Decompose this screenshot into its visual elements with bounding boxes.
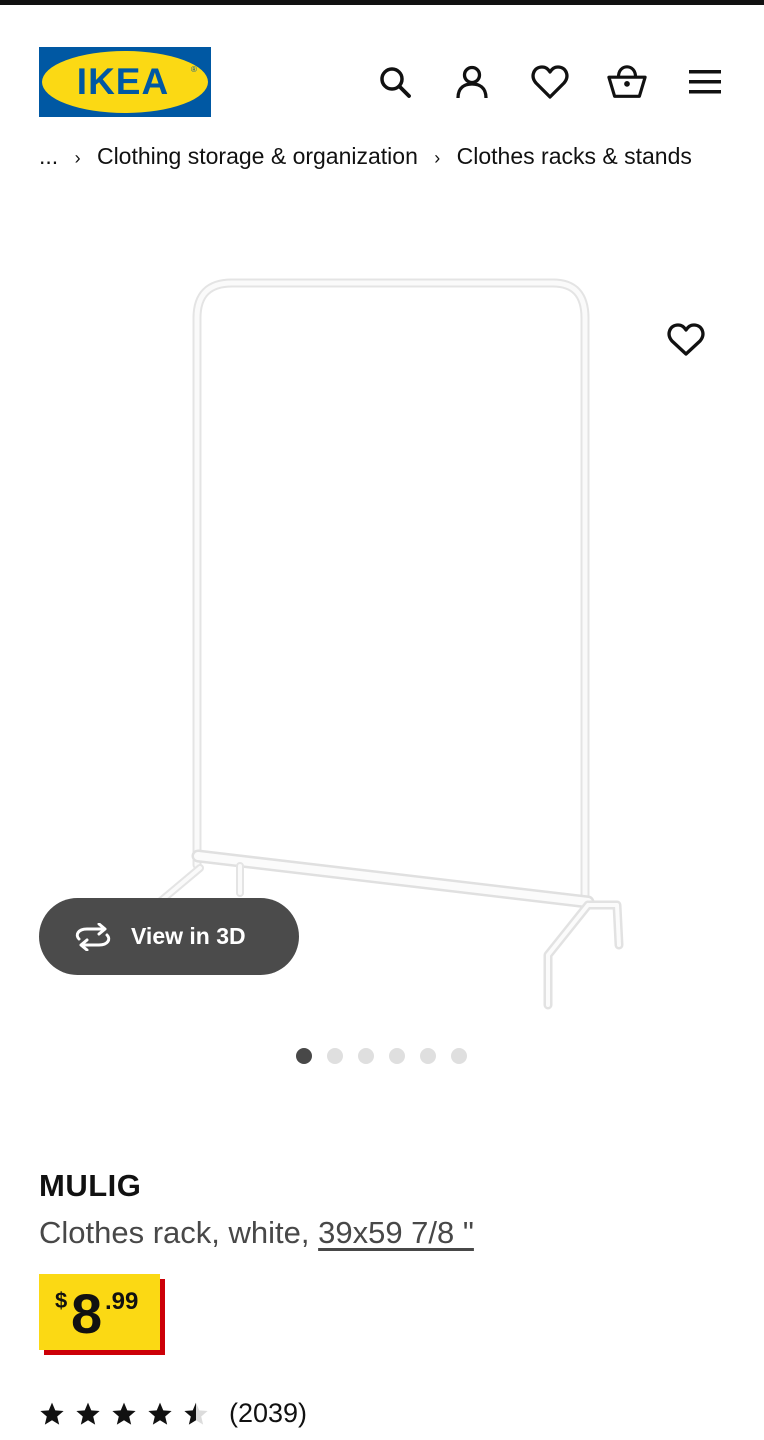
gallery-dot[interactable] <box>389 1048 405 1064</box>
product-name: MULIG <box>39 1168 142 1203</box>
star-icon <box>148 1402 172 1425</box>
star-icon <box>184 1402 208 1425</box>
breadcrumb: ... › Clothing storage & organization › … <box>39 146 699 178</box>
product-description: Clothes rack, white, 39x59 7/8 " <box>39 1215 474 1251</box>
price-tag: $ 8 .99 <box>39 1274 160 1350</box>
star-icon <box>112 1402 136 1425</box>
account-icon[interactable] <box>452 62 492 102</box>
gallery-dot[interactable] <box>451 1048 467 1064</box>
favorites-icon[interactable] <box>530 62 570 102</box>
gallery-pagination <box>296 1048 467 1064</box>
menu-icon[interactable] <box>685 62 725 102</box>
rating-stars <box>39 1401 209 1427</box>
star-icon <box>40 1402 64 1425</box>
breadcrumb-separator: › <box>434 148 441 168</box>
breadcrumb-item-clothes-racks[interactable]: Clothes racks & stands <box>457 146 692 169</box>
star-icon <box>76 1402 100 1425</box>
price-decimal: .99 <box>105 1288 139 1315</box>
product-description-text: Clothes rack, white, <box>39 1215 319 1250</box>
site-header: IKEA ® <box>0 5 764 130</box>
price-integer: 8 <box>71 1282 103 1345</box>
search-icon[interactable] <box>375 62 415 102</box>
gallery-dot[interactable] <box>327 1048 343 1064</box>
svg-text:®: ® <box>191 65 197 74</box>
product-size-link[interactable]: 39x59 7/8 " <box>318 1215 474 1250</box>
product-rating[interactable]: (2039) <box>39 1398 307 1429</box>
add-to-favorites-button[interactable] <box>662 318 710 362</box>
breadcrumb-separator: › <box>74 148 81 168</box>
gallery-dot[interactable] <box>358 1048 374 1064</box>
gallery-dot[interactable] <box>420 1048 436 1064</box>
price-currency: $ <box>55 1288 68 1313</box>
breadcrumb-item-clothing-storage[interactable]: Clothing storage & organization <box>97 146 418 169</box>
gallery-dot-active[interactable] <box>296 1048 312 1064</box>
view-in-3d-button[interactable]: View in 3D <box>39 898 299 975</box>
breadcrumb-ellipsis[interactable]: ... <box>39 146 58 169</box>
ikea-logo[interactable]: IKEA ® <box>39 47 211 117</box>
rotate-3d-icon <box>75 922 111 951</box>
logo-text: IKEA <box>77 61 169 102</box>
review-count: (2039) <box>229 1398 308 1428</box>
cart-icon[interactable] <box>607 62 647 102</box>
heart-icon <box>667 323 705 356</box>
view-in-3d-label: View in 3D <box>131 923 246 949</box>
